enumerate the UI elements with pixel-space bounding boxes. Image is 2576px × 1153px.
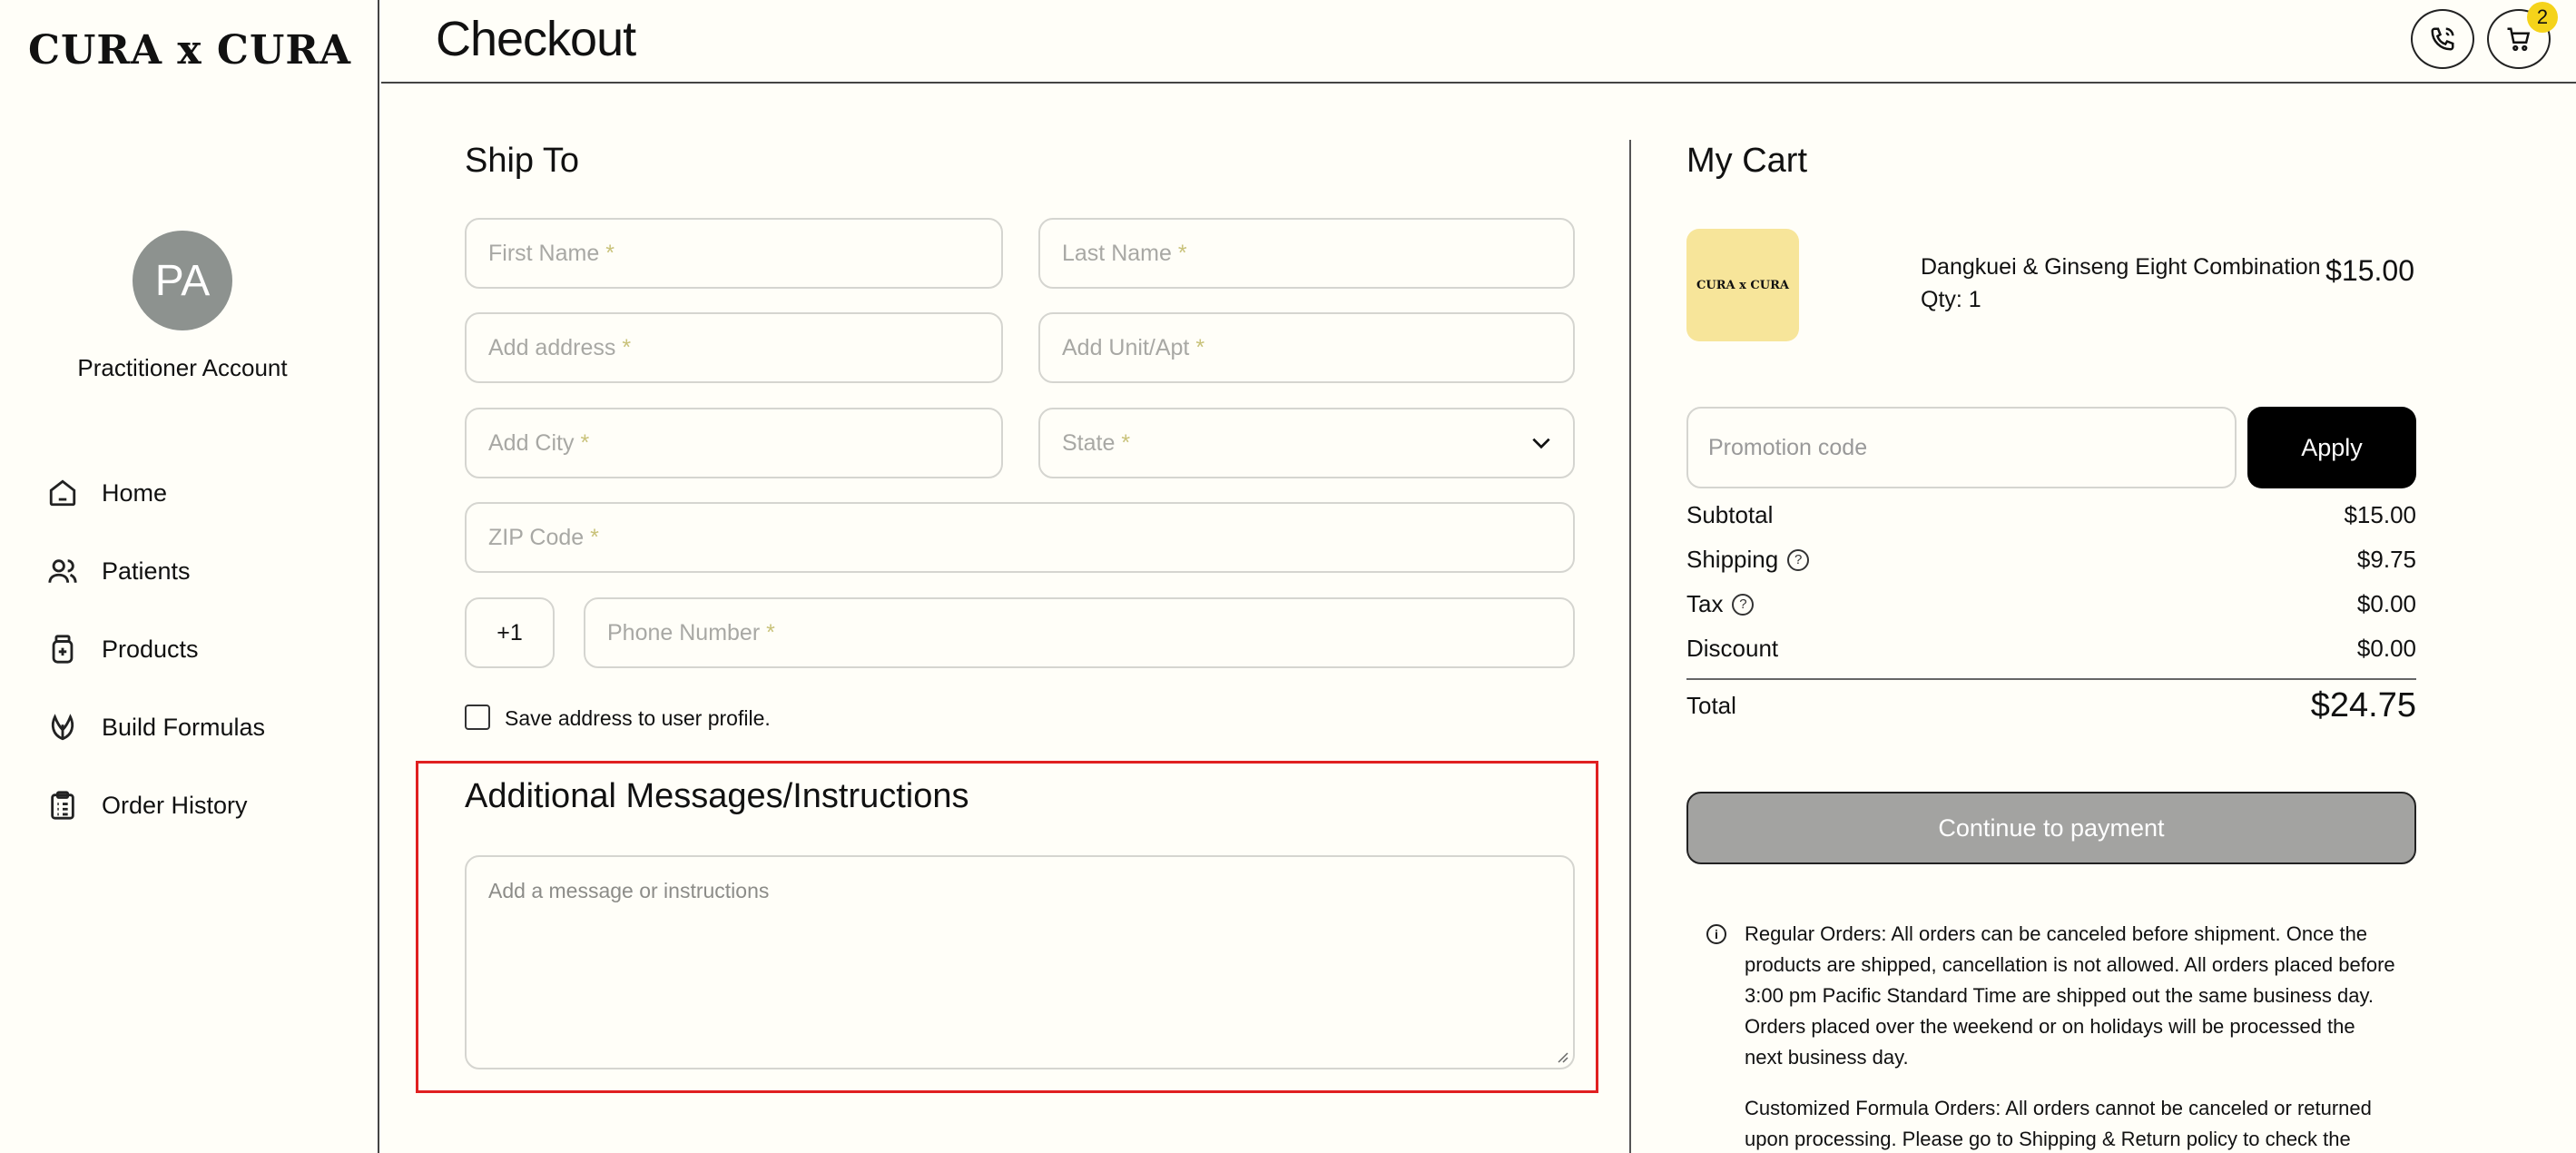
cart-icon [2507, 27, 2531, 52]
city-field[interactable]: Add City * [465, 408, 1003, 478]
discount-row: Discount $0.00 [1686, 635, 2416, 663]
unit-field[interactable]: Add Unit/Apt * [1038, 312, 1575, 383]
state-select[interactable]: State * [1038, 408, 1575, 478]
subtotal-row: Subtotal $15.00 [1686, 501, 2416, 529]
required-mark: * [1121, 429, 1131, 456]
messages-title: Additional Messages/Instructions [465, 777, 969, 815]
shipping-label: Shipping [1686, 546, 1779, 573]
sidebar-item-patients[interactable]: Patients [45, 532, 265, 610]
product-thumbnail[interactable]: CURA x CURA [1686, 229, 1799, 341]
product-bottle-icon [45, 632, 80, 666]
promo-code-input[interactable]: Promotion code [1686, 407, 2237, 488]
phone-icon [2431, 27, 2454, 51]
total-row: Total $24.75 [1686, 686, 2416, 725]
ship-to-title: Ship To [465, 142, 580, 180]
message-textarea[interactable]: Add a message or instructions [465, 855, 1575, 1069]
zip-field[interactable]: ZIP Code * [465, 502, 1575, 573]
page-title: Checkout [436, 12, 636, 66]
shipping-value: $9.75 [2356, 546, 2416, 573]
column-divider [1629, 140, 1631, 1153]
required-mark: * [580, 429, 590, 456]
apply-button[interactable]: Apply [2247, 407, 2416, 488]
save-address-label[interactable]: Save address to user profile. [505, 706, 771, 731]
required-mark: * [622, 334, 632, 360]
account-name: Practitioner Account [77, 354, 288, 381]
avatar[interactable]: PA [133, 231, 232, 330]
first-name-placeholder: First Name [488, 240, 600, 266]
brand-logo[interactable]: CURA x CURA [0, 27, 379, 74]
state-placeholder: State [1062, 429, 1116, 456]
subtotal-value: $15.00 [2344, 501, 2416, 528]
home-icon [45, 476, 80, 510]
users-icon [45, 554, 80, 588]
regular-orders-notice: Regular Orders: All orders can be cancel… [1745, 922, 2395, 1069]
sidebar-item-build-formulas[interactable]: Build Formulas [45, 688, 265, 766]
help-icon[interactable]: ? [1732, 593, 1755, 616]
cart-item-qty: Qty: 1 [1921, 287, 1981, 312]
cart-item-price: $15.00 [2325, 254, 2414, 287]
required-mark: * [605, 240, 615, 266]
call-button[interactable] [2411, 9, 2474, 69]
city-placeholder: Add City [488, 429, 575, 456]
sidebar: CURA x CURA PA Practitioner Account Home… [0, 0, 379, 1153]
discount-value: $0.00 [2356, 635, 2416, 662]
country-code-select[interactable]: +1 [465, 597, 555, 668]
tax-label: Tax [1686, 590, 1724, 617]
total-value: $24.75 [2310, 686, 2416, 724]
cart-count-badge: 2 [2527, 2, 2558, 33]
address-placeholder: Add address [488, 334, 616, 360]
zip-placeholder: ZIP Code [488, 524, 585, 550]
info-icon: i [1706, 924, 1726, 944]
message-placeholder: Add a message or instructions [488, 879, 770, 902]
tax-row: Tax? $0.00 [1686, 590, 2416, 618]
total-divider [1686, 678, 2416, 680]
subtotal-label: Subtotal [1686, 501, 1774, 528]
sidebar-item-label: Build Formulas [102, 713, 266, 741]
header: Checkout 2 [381, 0, 2576, 84]
required-mark: * [1195, 334, 1205, 360]
continue-to-payment-button[interactable]: Continue to payment [1686, 792, 2416, 864]
sidebar-item-label: Products [102, 635, 199, 663]
chevron-down-icon [1529, 431, 1553, 455]
phone-field[interactable]: Phone Number * [584, 597, 1575, 668]
tax-value: $0.00 [2356, 590, 2416, 617]
sidebar-item-products[interactable]: Products [45, 610, 265, 688]
cart-button[interactable]: 2 [2487, 2, 2558, 69]
total-label: Total [1686, 692, 1736, 719]
discount-label: Discount [1686, 635, 1779, 662]
clipboard-icon [45, 788, 80, 823]
required-mark: * [1177, 240, 1187, 266]
sidebar-item-label: Patients [102, 557, 191, 585]
sidebar-nav: Home Patients Products Build Formulas Or… [45, 454, 265, 844]
first-name-field[interactable]: First Name * [465, 218, 1003, 289]
leaf-icon [45, 710, 80, 744]
last-name-placeholder: Last Name [1062, 240, 1172, 266]
resize-handle-icon[interactable] [1555, 1050, 1569, 1064]
sidebar-item-label: Order History [102, 791, 248, 819]
shipping-row: Shipping? $9.75 [1686, 546, 2416, 574]
last-name-field[interactable]: Last Name * [1038, 218, 1575, 289]
cart-title: My Cart [1686, 142, 1807, 180]
sidebar-item-order-history[interactable]: Order History [45, 766, 265, 844]
unit-placeholder: Add Unit/Apt [1062, 334, 1190, 360]
custom-orders-notice: Customized Formula Orders: All orders ca… [1745, 1097, 2372, 1150]
sidebar-item-home[interactable]: Home [45, 454, 265, 532]
phone-placeholder: Phone Number [607, 619, 761, 645]
required-mark: * [590, 524, 599, 550]
address-field[interactable]: Add address * [465, 312, 1003, 383]
required-mark: * [766, 619, 775, 645]
sidebar-item-label: Home [102, 478, 168, 507]
save-address-checkbox[interactable] [465, 705, 490, 730]
cart-item-name[interactable]: Dangkuei & Ginseng Eight Combination [1921, 254, 2321, 281]
help-icon[interactable]: ? [1787, 548, 1810, 571]
